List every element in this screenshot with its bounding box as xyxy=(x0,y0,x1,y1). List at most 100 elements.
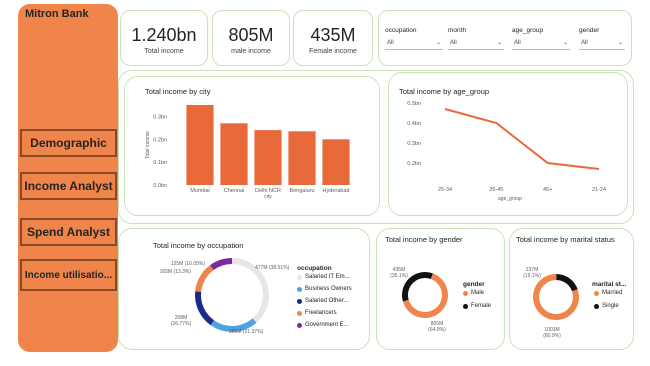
x-tick-label: Chennai xyxy=(224,188,245,194)
y-tick-label: 0.5bn xyxy=(407,101,421,107)
kpi-card-total-income: 1.240bn Total income xyxy=(120,10,208,66)
chevron-down-icon: ⌄ xyxy=(496,40,502,46)
bar xyxy=(186,105,214,185)
kpi-value: 805M xyxy=(228,25,274,45)
legend-title: gender xyxy=(463,281,485,288)
donut-slice xyxy=(195,291,215,326)
kpi-card-female-income: 435M Female income xyxy=(293,10,373,66)
legend-label: Government E... xyxy=(305,322,349,328)
legend-dot-icon xyxy=(463,290,468,296)
legend-item[interactable]: Male xyxy=(463,290,484,296)
y-tick-label: 0.2bn xyxy=(153,137,167,143)
legend-label: Freelancers xyxy=(305,310,337,316)
nav-spend-analyst-button[interactable]: Spend Analyst xyxy=(20,218,117,246)
legend-item[interactable]: Single xyxy=(594,303,619,309)
legend-item[interactable]: Female xyxy=(463,303,491,309)
month-dropdown[interactable]: All ⌄ xyxy=(448,39,504,50)
legend-label: Salaried IT Em... xyxy=(305,274,350,280)
donut-slice xyxy=(210,258,232,271)
kpi-value: 435M xyxy=(310,25,356,45)
y-tick-label: 0.3bn xyxy=(407,141,421,147)
dropdown-value: All xyxy=(581,40,588,46)
city-chart-card: Total income by city 0.3bn 0.2bn 0.1bn 0.0b… xyxy=(124,76,380,216)
occupation-dropdown[interactable]: All ⌄ xyxy=(385,39,443,50)
nav-label: Demographic xyxy=(30,136,107,150)
nav-label: Spend Analyst xyxy=(27,225,110,239)
marital-chart-card: Total income by marital status 1003M (80.… xyxy=(509,228,634,350)
x-axis-label: city xyxy=(264,194,272,200)
data-label: 477M (38.51%) xyxy=(255,265,290,271)
y-tick-label: 0.2bn xyxy=(407,161,421,167)
age-line-chart: 0.5bn 0.4bn 0.3bn 0.2bn 25-34 35-45 45+ 21-24 ag… xyxy=(407,101,606,202)
data-label: 265M (21.37%) xyxy=(229,329,264,335)
data-label: (64.9%) xyxy=(428,327,446,333)
nav-label: Income Analyst xyxy=(24,179,113,193)
bar xyxy=(254,130,282,185)
y-tick-label: 0.0bn xyxy=(153,183,167,189)
donut-slice xyxy=(195,265,214,292)
legend-label: Female xyxy=(471,303,492,309)
legend-dot-icon xyxy=(463,303,468,309)
x-tick-label: 45+ xyxy=(543,187,552,193)
gender-donut-chart: 805M(64.9%)435M(35.1%) xyxy=(390,267,448,333)
slicer-title-gender: gender xyxy=(579,27,600,34)
gender-dropdown[interactable]: All ⌄ xyxy=(579,39,625,50)
x-tick-label: Bengaluru xyxy=(289,188,314,194)
bar xyxy=(288,131,316,185)
kpi-label: Total income xyxy=(144,48,184,55)
slicer-title-month: month xyxy=(448,27,467,34)
nav-income-utilisation-button[interactable]: Income utilisatio... xyxy=(20,259,117,291)
data-label: (16.77%) xyxy=(171,321,192,327)
x-tick-label: 25-34 xyxy=(438,187,452,193)
chevron-down-icon: ⌄ xyxy=(435,40,441,46)
x-tick-label: 35-45 xyxy=(489,187,503,193)
bar xyxy=(220,123,248,185)
legend-dot-icon xyxy=(297,298,302,304)
legend-title: occupation xyxy=(297,265,332,272)
dropdown-value: All xyxy=(387,40,394,46)
legend-dot-icon xyxy=(594,303,599,309)
y-axis-label: Total income xyxy=(145,131,151,159)
legend-dot-icon xyxy=(297,310,302,316)
slicer-title-age-group: age_group xyxy=(512,27,544,34)
gender-chart-card: Total income by gender 805M (64.9%) 435M (3… xyxy=(376,228,505,350)
x-tick-label: 21-24 xyxy=(592,187,606,193)
legend-label: Married xyxy=(602,290,623,296)
x-tick-label: Hyderabad xyxy=(323,188,350,194)
legend-item[interactable]: Salaried Other... xyxy=(297,298,348,304)
legend-item[interactable]: Government E... xyxy=(297,322,349,328)
legend-label: Salaried Other... xyxy=(305,298,349,304)
legend-dot-icon xyxy=(297,286,302,292)
city-bar-chart: 0.3bn 0.2bn 0.1bn 0.0bn Total income Mumbai Ch… xyxy=(145,105,350,200)
slicer-title-occupation: occupation xyxy=(385,27,417,34)
donut-slice xyxy=(556,274,578,292)
y-tick-label: 0.3bn xyxy=(153,114,167,120)
legend-dot-icon xyxy=(594,290,599,296)
x-tick-label: Mumbai xyxy=(190,188,210,194)
kpi-value: 1.240bn xyxy=(131,25,197,45)
chevron-down-icon: ⌄ xyxy=(562,40,568,46)
kpi-label: Female income xyxy=(309,48,357,55)
filters-card: occupation All ⌄ month All ⌄ age_group A… xyxy=(378,10,632,66)
data-label: (35.1%) xyxy=(390,273,408,279)
legend-item[interactable]: Married xyxy=(594,290,622,296)
data-label: (19.1%) xyxy=(523,273,541,279)
nav-income-analyst-button[interactable]: Income Analyst xyxy=(20,172,117,200)
legend-item[interactable]: Business Owners xyxy=(297,286,352,292)
age-group-dropdown[interactable]: All ⌄ xyxy=(512,39,570,50)
legend-dot-icon xyxy=(297,322,302,328)
kpi-card-male-income: 805M male income xyxy=(212,10,290,66)
occupation-chart-card: Total income by occupation 477M (38.51%)… xyxy=(118,228,370,350)
legend-item[interactable]: Salaried IT Em... xyxy=(297,274,350,280)
dropdown-value: All xyxy=(514,40,521,46)
brand-title: Mitron Bank xyxy=(25,8,89,20)
bar xyxy=(322,139,350,185)
data-label: (80.9%) xyxy=(543,333,561,339)
legend-item[interactable]: Freelancers xyxy=(297,310,337,316)
y-tick-label: 0.4bn xyxy=(407,121,421,127)
legend-label: Business Owners xyxy=(305,286,352,292)
legend-label: Male xyxy=(471,290,485,296)
nav-label: Income utilisatio... xyxy=(24,269,113,281)
kpi-label: male income xyxy=(231,48,271,55)
nav-demographic-button[interactable]: Demographic xyxy=(20,129,117,157)
